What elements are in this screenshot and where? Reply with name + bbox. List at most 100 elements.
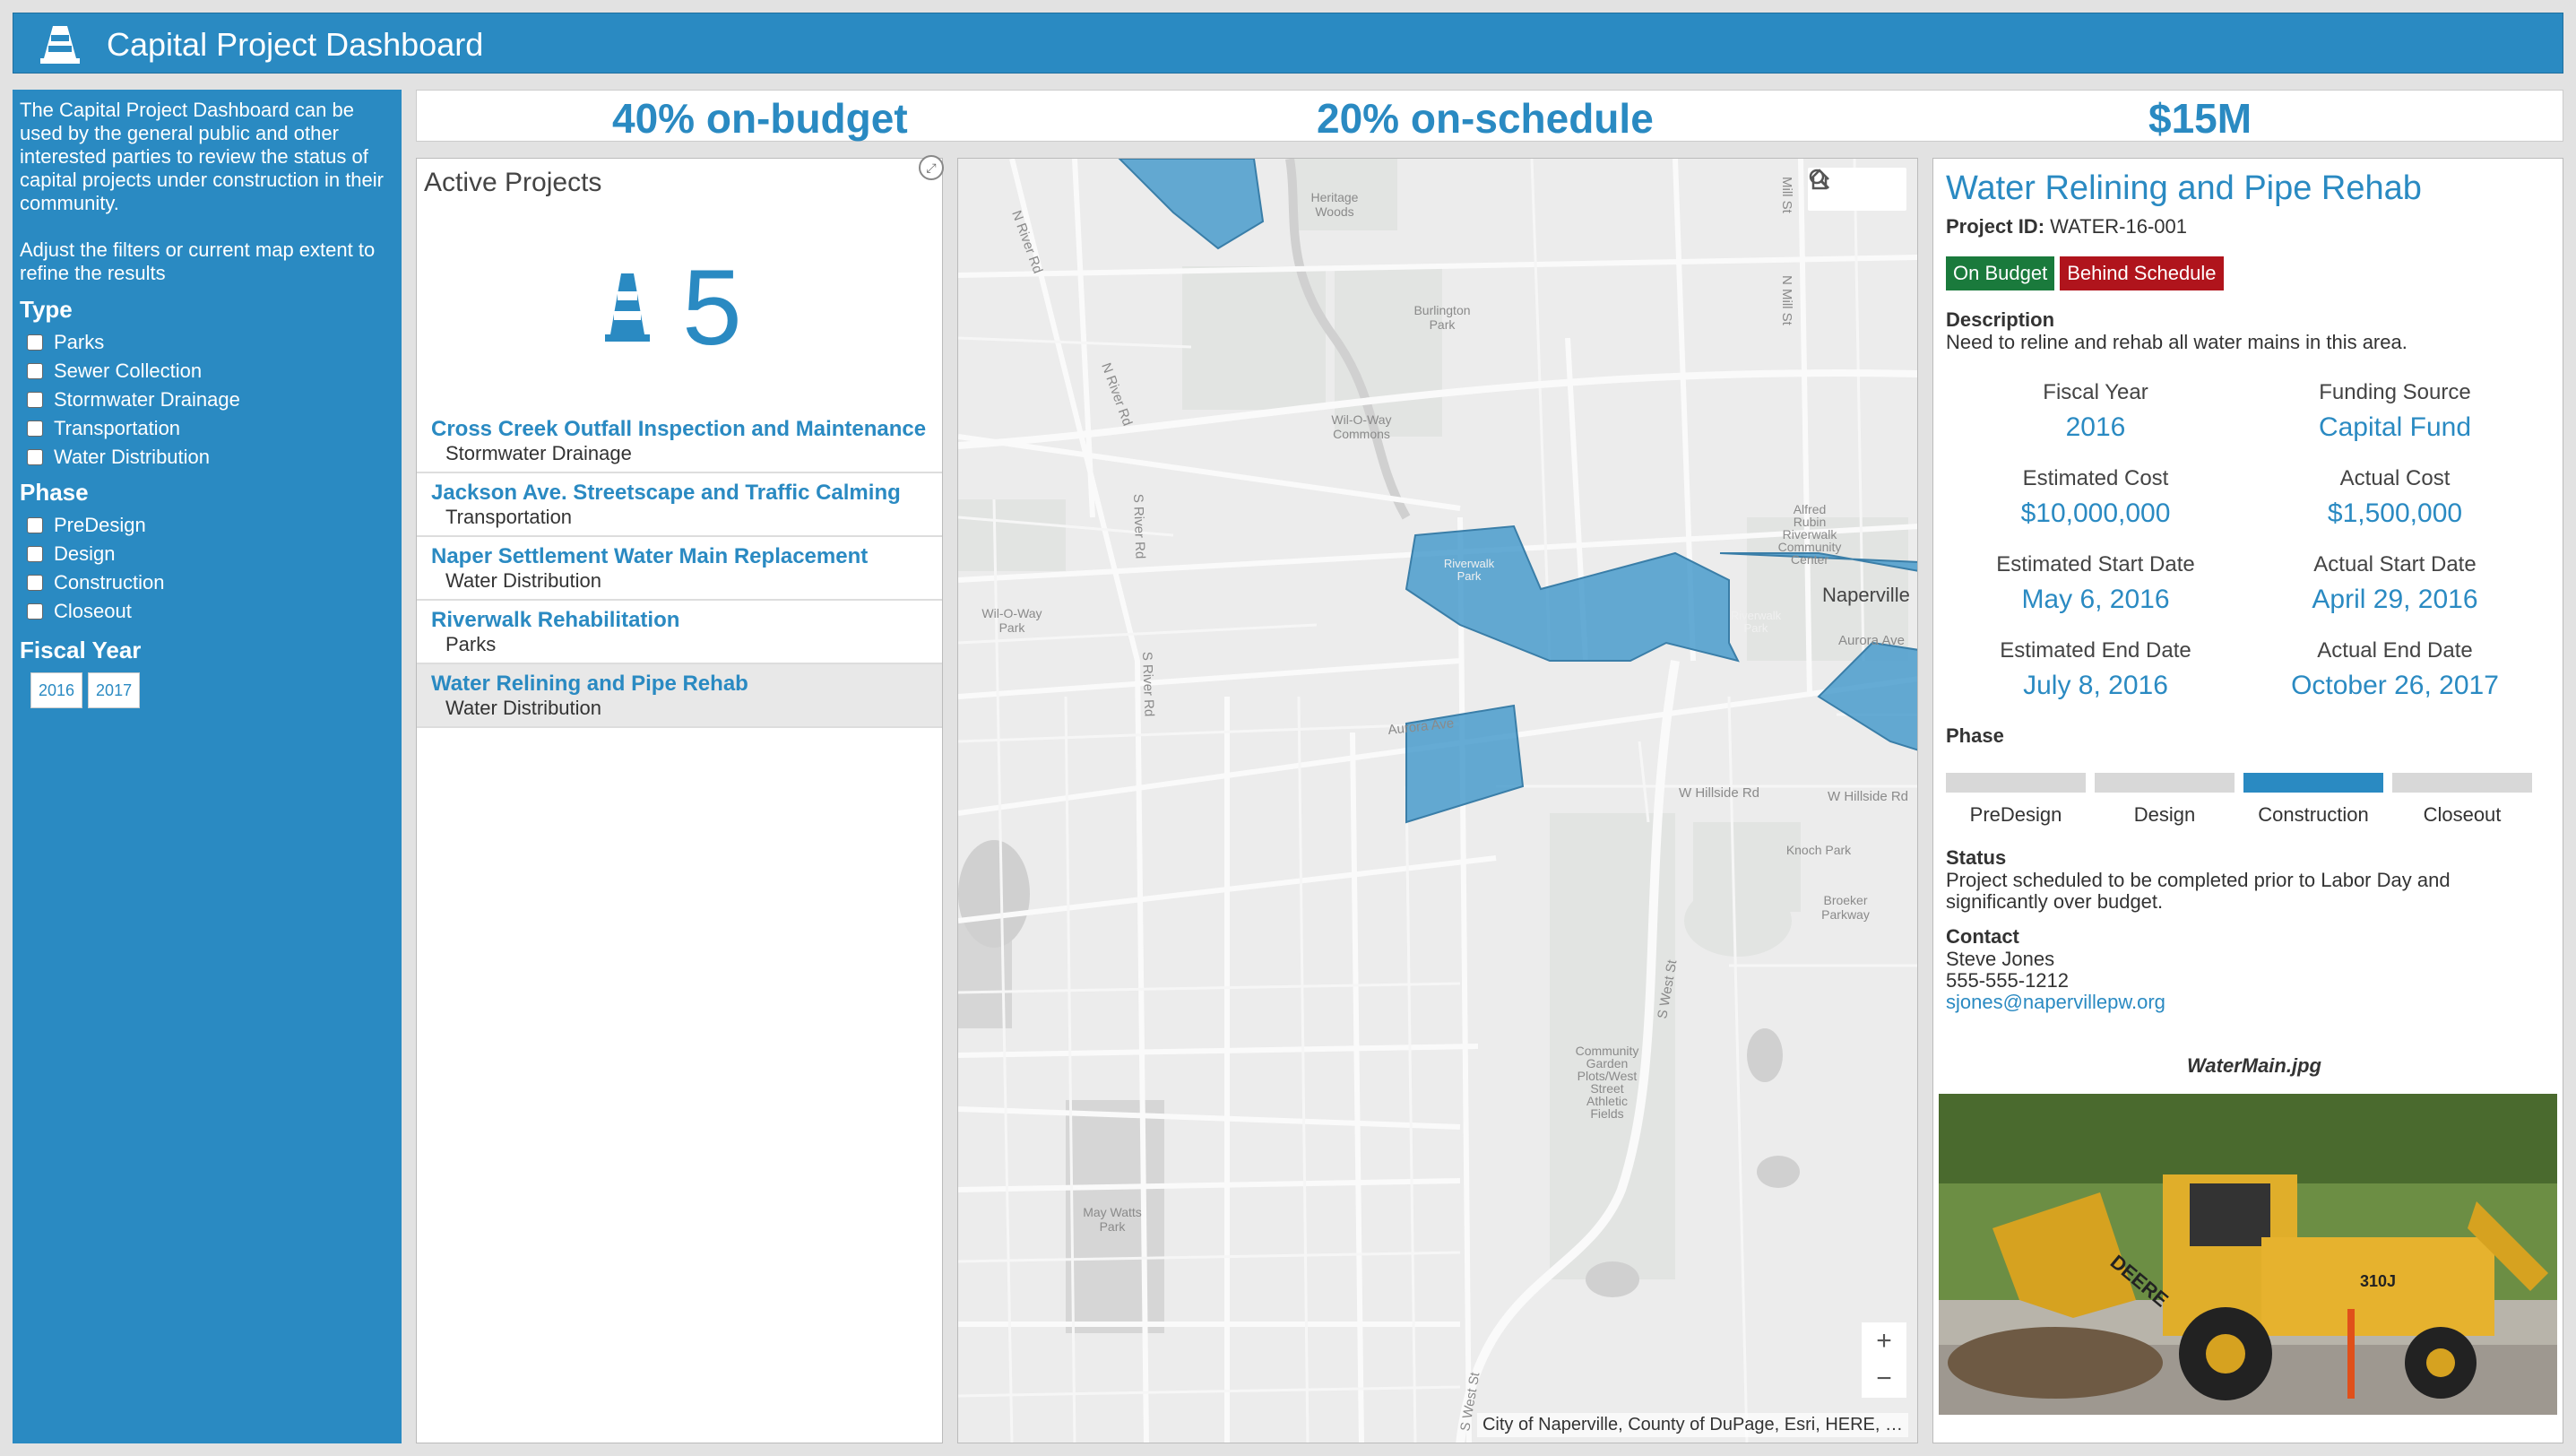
phase-filter-predesign[interactable]: PreDesign: [20, 511, 394, 540]
svg-text:Commons: Commons: [1333, 427, 1390, 441]
type-filter-parks[interactable]: Parks: [20, 328, 394, 357]
phase-label-predesign: PreDesign: [1969, 803, 2062, 826]
estimated-start-label: Estimated Start Date: [1996, 552, 2195, 576]
home-icon[interactable]: [1810, 168, 1906, 211]
zoom-control: + −: [1862, 1322, 1906, 1398]
phase-bar-construction: [2243, 773, 2383, 793]
on-schedule-stat: 20% on-schedule: [1317, 95, 1654, 142]
type-heading: Type: [20, 296, 73, 323]
status-text: Project scheduled to be completed prior …: [1946, 869, 2451, 913]
svg-text:Park: Park: [1430, 317, 1457, 332]
project-count-value: 5: [682, 247, 742, 368]
svg-text:Heritage: Heritage: [1311, 190, 1359, 204]
actual-cost-label: Actual Cost: [2339, 466, 2451, 490]
checkbox[interactable]: [27, 603, 43, 620]
active-projects-panel: Active Projects ⤢ 5 Cross Creek Outfall …: [416, 155, 944, 1443]
fiscal-year-value: 2016: [2065, 412, 2126, 442]
estimated-cost-label: Estimated Cost: [2022, 466, 2169, 490]
svg-text:Woods: Woods: [1315, 204, 1353, 219]
zoom-out-button[interactable]: −: [1862, 1360, 1906, 1398]
checkbox[interactable]: [27, 363, 43, 379]
image-caption: WaterMain.jpg: [2187, 1054, 2321, 1077]
svg-text:Wil-O-Way: Wil-O-Way: [981, 606, 1042, 620]
actual-start-label: Actual Start Date: [2313, 552, 2477, 576]
hint-text: Adjust the filters or current map extent…: [20, 238, 376, 284]
estimated-cost-value: $10,000,000: [2020, 498, 2171, 528]
svg-text:Center: Center: [1791, 552, 1828, 567]
project-photo: DEERE 310J: [1939, 1094, 2557, 1415]
zoom-in-button[interactable]: +: [1862, 1322, 1906, 1360]
svg-text:S River Rd: S River Rd: [1139, 652, 1157, 717]
svg-text:N Mill St: N Mill St: [1779, 275, 1794, 326]
budget-status-badge: On Budget: [1946, 256, 2055, 290]
checkbox[interactable]: [27, 420, 43, 437]
svg-text:Riverwalk: Riverwalk: [1731, 609, 1782, 622]
status-label: Status: [1946, 846, 2007, 869]
checkbox[interactable]: [27, 392, 43, 408]
estimated-start-value: May 6, 2016: [2021, 585, 2170, 614]
svg-text:Burlington: Burlington: [1413, 303, 1470, 317]
estimated-end-label: Estimated End Date: [2000, 638, 2191, 663]
list-item[interactable]: Cross Creek Outfall Inspection and Maint…: [417, 410, 942, 473]
list-item[interactable]: Jackson Ave. Streetscape and Traffic Cal…: [417, 473, 942, 537]
svg-text:Knoch Park: Knoch Park: [1786, 843, 1852, 857]
svg-text:Park: Park: [1744, 621, 1768, 635]
svg-text:W Hillside Rd: W Hillside Rd: [1679, 785, 1759, 801]
list-item-selected[interactable]: Water Relining and Pipe Rehab Water Dist…: [417, 664, 942, 728]
on-budget-stat: 40% on-budget: [612, 95, 908, 142]
svg-text:Fields: Fields: [1590, 1106, 1623, 1121]
svg-text:May Watts: May Watts: [1083, 1205, 1142, 1219]
year-2016-button[interactable]: 2016: [30, 672, 83, 708]
traffic-cone-icon: [40, 26, 80, 64]
map-view[interactable]: Heritage Woods Burlington Park Wil-O-Way…: [957, 158, 1918, 1443]
svg-text:Parkway: Parkway: [1821, 907, 1870, 922]
svg-text:Naperville: Naperville: [1822, 584, 1910, 606]
actual-start-value: April 29, 2016: [2312, 585, 2478, 614]
phase-progress: PreDesign Design Construction Closeout: [1946, 773, 2563, 827]
phase-label-closeout: Closeout: [2423, 803, 2502, 826]
project-details-panel: Water Relining and Pipe Rehab Project ID…: [1932, 158, 2563, 1443]
fiscal-year-heading: Fiscal Year: [20, 637, 142, 663]
project-title: Water Relining and Pipe Rehab: [1946, 169, 2422, 207]
intro-text: The Capital Project Dashboard can be use…: [20, 99, 384, 214]
description-text: Need to reline and rehab all water mains…: [1946, 331, 2407, 353]
checkbox[interactable]: [27, 546, 43, 562]
actual-end-label: Actual End Date: [2317, 638, 2473, 663]
project-id: Project ID: WATER-16-001: [1946, 215, 2187, 238]
svg-text:310J: 310J: [2360, 1272, 2396, 1290]
contact-email-link[interactable]: sjones@napervillepw.org: [1946, 991, 2165, 1013]
contact-name: Steve Jones: [1946, 948, 2055, 970]
project-facts: Fiscal Year 2016 Funding Source Capital Fu…: [1946, 380, 2563, 701]
checkbox[interactable]: [27, 334, 43, 351]
type-filter-sewer[interactable]: Sewer Collection: [20, 357, 394, 386]
phase-bar-predesign: [1946, 773, 2086, 793]
list-item[interactable]: Riverwalk Rehabilitation Parks: [417, 601, 942, 664]
year-2017-button[interactable]: 2017: [88, 672, 141, 708]
svg-text:S River Rd: S River Rd: [1130, 494, 1148, 559]
filter-sidebar: The Capital Project Dashboard can be use…: [13, 90, 402, 1443]
map-toolbar: [1808, 168, 1906, 211]
svg-text:Mill St: Mill St: [1779, 177, 1794, 214]
schedule-status-badge: Behind Schedule: [2060, 256, 2224, 290]
svg-text:Riverwalk: Riverwalk: [1444, 557, 1495, 570]
svg-text:W Hillside Rd: W Hillside Rd: [1828, 789, 1908, 804]
type-filter-water[interactable]: Water Distribution: [20, 443, 394, 472]
checkbox[interactable]: [27, 449, 43, 465]
app-header: Capital Project Dashboard: [13, 13, 2563, 74]
phase-label-construction: Construction: [2258, 803, 2369, 826]
phase-filter-construction[interactable]: Construction: [20, 568, 394, 597]
svg-text:Park: Park: [1100, 1219, 1127, 1234]
description-label: Description: [1946, 308, 2055, 331]
checkbox[interactable]: [27, 517, 43, 533]
phase-filter-design[interactable]: Design: [20, 540, 394, 568]
stats-bar: 40% on-budget 20% on-schedule $15M: [416, 90, 2563, 142]
checkbox[interactable]: [27, 575, 43, 591]
type-filter-transportation[interactable]: Transportation: [20, 414, 394, 443]
actual-cost-value: $1,500,000: [2327, 498, 2463, 528]
type-filter-stormwater[interactable]: Stormwater Drainage: [20, 386, 394, 414]
list-item[interactable]: Naper Settlement Water Main Replacement …: [417, 537, 942, 601]
total-cost-stat: $15M: [2148, 95, 2252, 142]
phase-filter-closeout[interactable]: Closeout: [20, 597, 394, 626]
basemap[interactable]: Heritage Woods Burlington Park Wil-O-Way…: [958, 159, 1918, 1443]
expand-icon[interactable]: ⤢: [919, 155, 944, 180]
